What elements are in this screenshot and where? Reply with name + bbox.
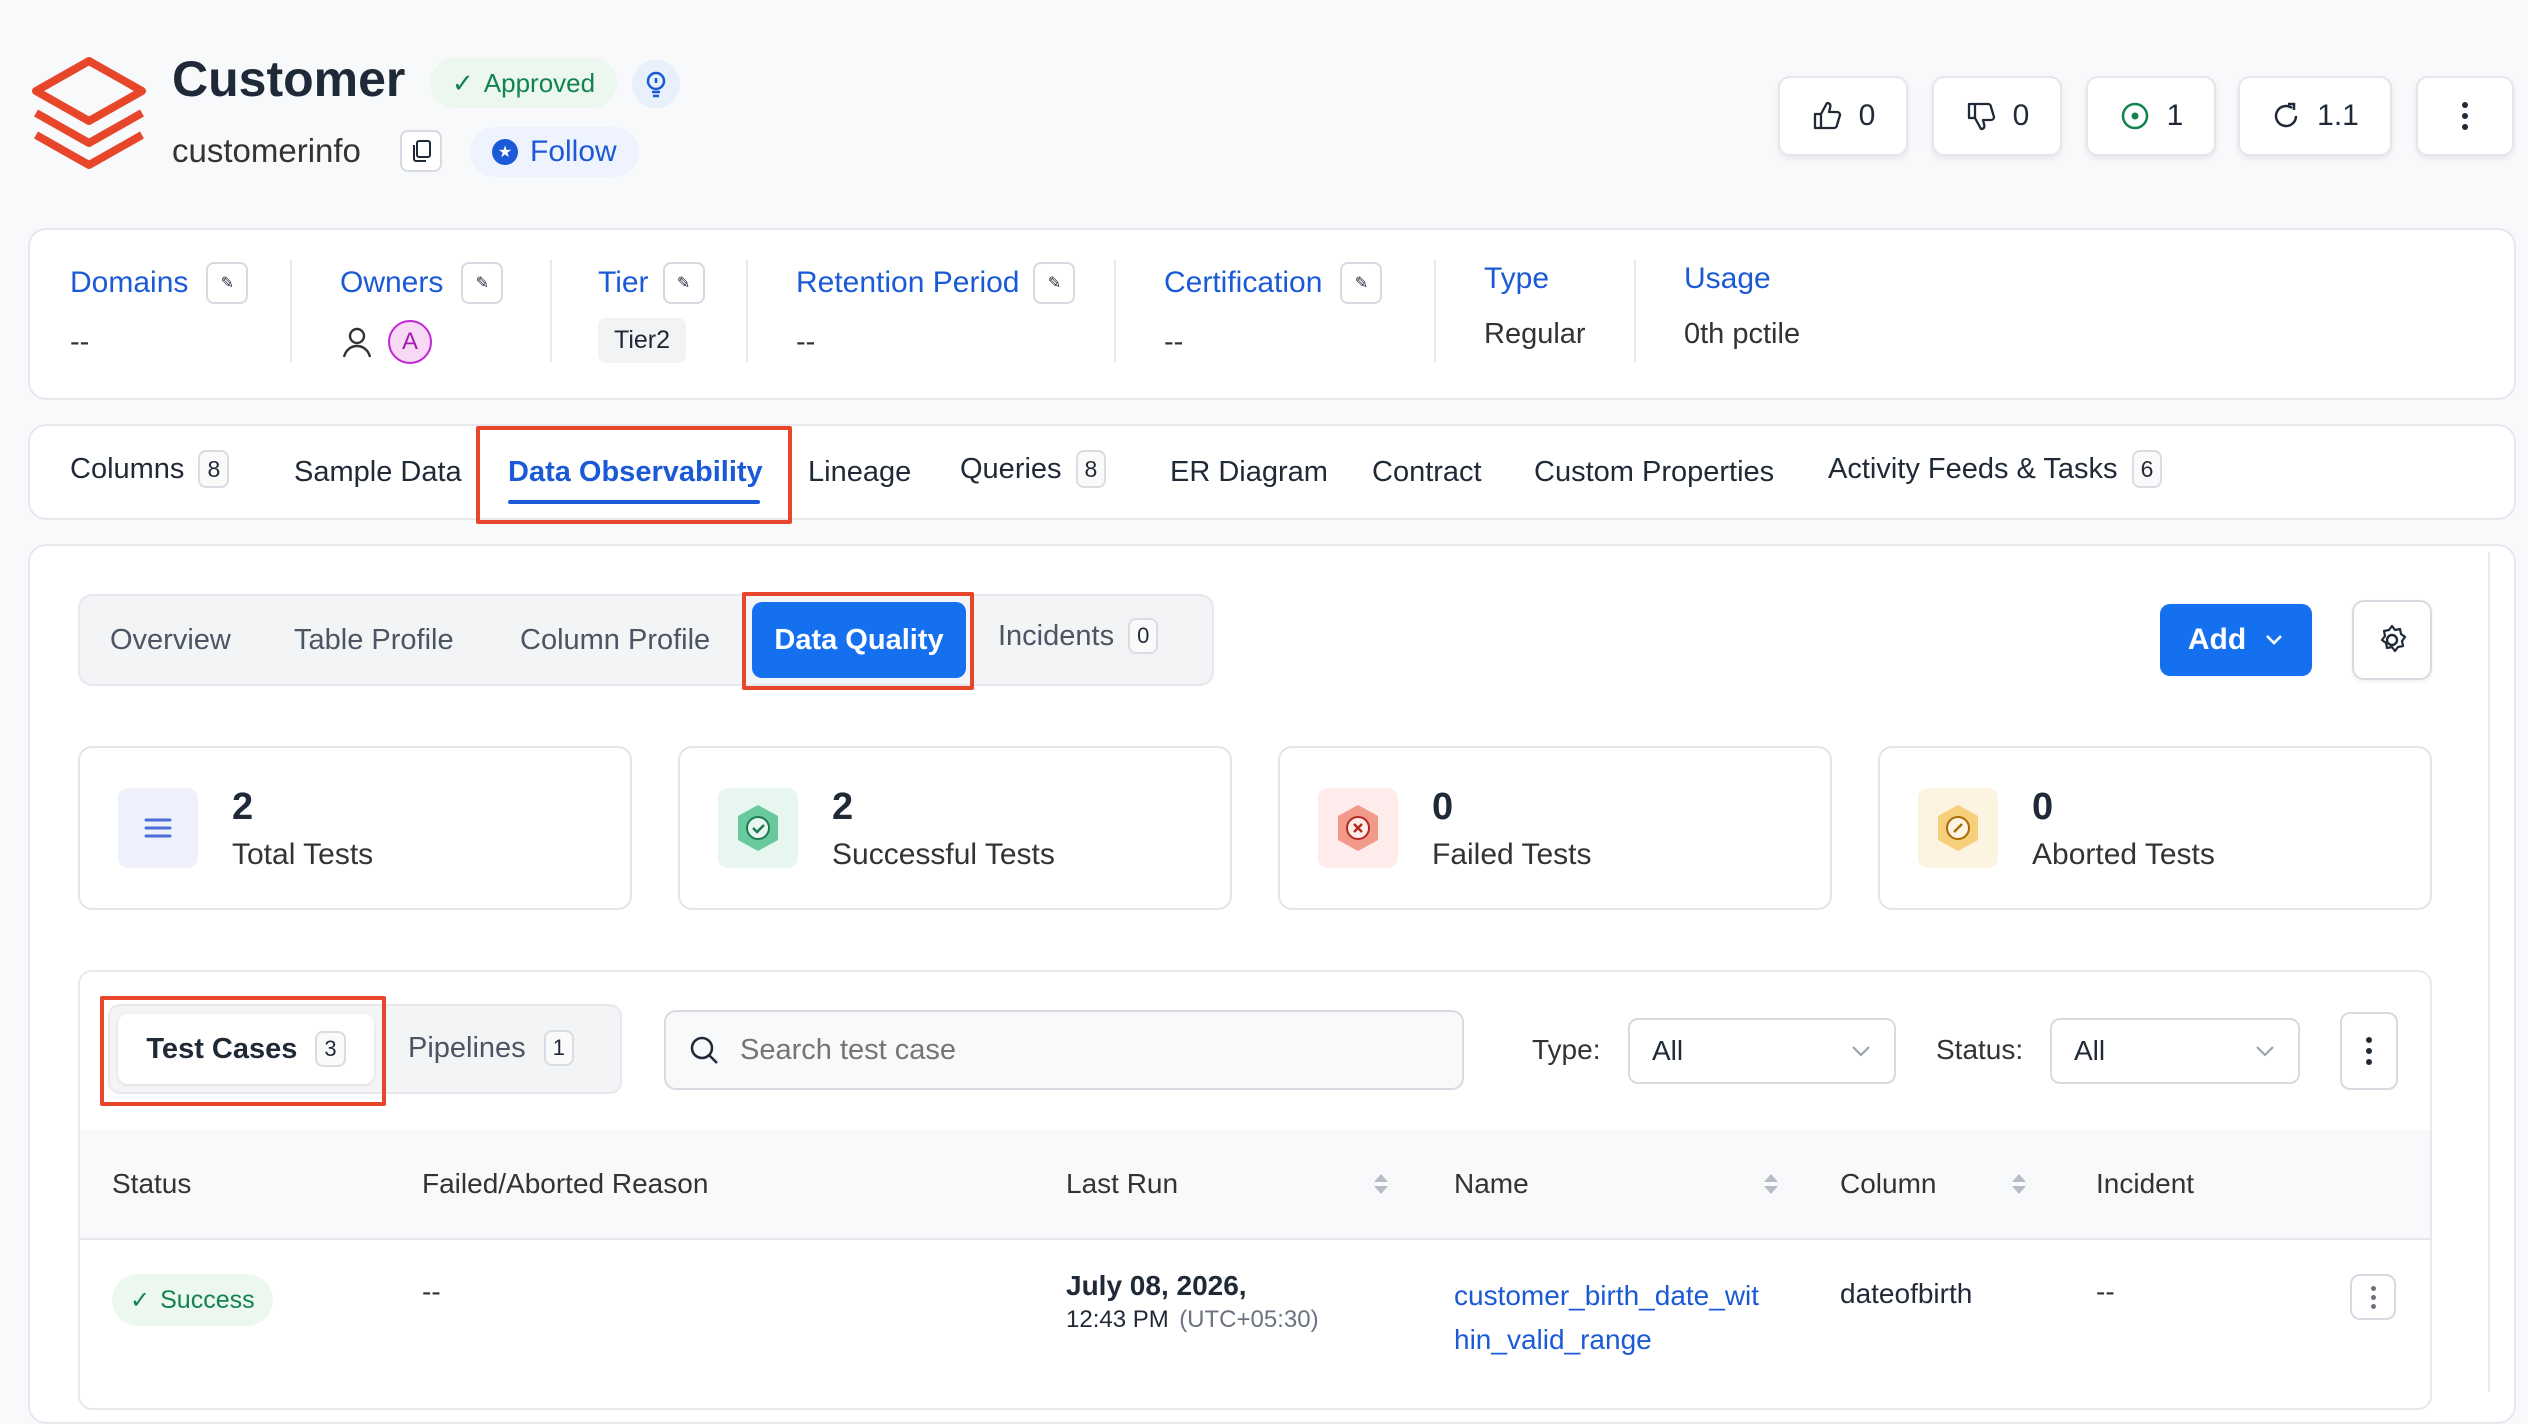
column-header-reason: Failed/Aborted Reason bbox=[422, 1168, 709, 1199]
subtab-overview[interactable]: Overview bbox=[110, 624, 231, 657]
chevron-down-icon bbox=[1852, 1046, 1870, 1057]
stat-label: Aborted Tests bbox=[2032, 838, 2215, 871]
column-header-status: Status bbox=[112, 1168, 192, 1199]
settings-button[interactable] bbox=[2352, 600, 2432, 680]
type-filter-label: Type: bbox=[1532, 1034, 1601, 1065]
status-badge: ✓ Approved bbox=[430, 58, 618, 108]
search-input[interactable] bbox=[664, 1010, 1464, 1090]
success-check-icon bbox=[718, 788, 798, 868]
check-icon: ✓ bbox=[130, 1286, 151, 1314]
check-icon: ✓ bbox=[452, 67, 474, 98]
like-button[interactable]: 0 bbox=[1778, 76, 1908, 156]
scrollbar[interactable] bbox=[2488, 552, 2500, 1392]
usage-property: Usage 0th pctile bbox=[1684, 262, 1801, 350]
thumbs-down-icon bbox=[1967, 102, 1995, 131]
chevron-down-icon bbox=[2256, 1046, 2274, 1057]
tier-property: Tier ✎ Tier2 bbox=[598, 262, 705, 363]
kebab-icon bbox=[2370, 1285, 2376, 1309]
sort-icon[interactable] bbox=[2012, 1174, 2026, 1194]
edit-icon[interactable]: ✎ bbox=[1340, 262, 1383, 304]
tab-contract[interactable]: Contract bbox=[1372, 456, 1482, 489]
row-options-button[interactable] bbox=[2350, 1274, 2396, 1320]
followers-button[interactable]: 1 bbox=[2086, 76, 2216, 156]
toggle-test-cases[interactable]: Test Cases 3 bbox=[118, 1014, 374, 1084]
add-button[interactable]: Add bbox=[2160, 604, 2312, 676]
type-filter-select[interactable]: All bbox=[1628, 1018, 1896, 1084]
stat-value: 0 bbox=[2032, 786, 2054, 828]
test-case-name-link[interactable]: customer_birth_date_wit hin_valid_range bbox=[1454, 1274, 1759, 1362]
failed-x-icon bbox=[1318, 788, 1398, 868]
more-options-button[interactable] bbox=[2416, 76, 2514, 156]
stat-value: 0 bbox=[1432, 786, 1454, 828]
type-property: Type Regular bbox=[1484, 262, 1586, 350]
status-filter-select[interactable]: All bbox=[2050, 1018, 2300, 1084]
stat-label: Total Tests bbox=[232, 838, 374, 871]
lightbulb-icon[interactable] bbox=[632, 60, 680, 108]
failed-reason: -- bbox=[422, 1276, 441, 1307]
status-badge: ✓ Success bbox=[112, 1274, 273, 1326]
follow-button[interactable]: ★ Follow bbox=[470, 127, 639, 177]
last-run: July 08, 2026, 12:43 PM (UTC+05:30) bbox=[1066, 1270, 1319, 1333]
column-header-column[interactable]: Column bbox=[1840, 1168, 2026, 1200]
active-tab-underline bbox=[508, 500, 760, 504]
column-header-name[interactable]: Name bbox=[1454, 1168, 1778, 1200]
owners-property: Owners ✎ A bbox=[340, 262, 504, 364]
list-icon bbox=[118, 788, 198, 868]
stat-label: Successful Tests bbox=[832, 838, 1055, 871]
subtab-data-quality[interactable]: Data Quality bbox=[752, 602, 966, 678]
refresh-icon bbox=[2274, 102, 2298, 128]
stat-value: 2 bbox=[832, 786, 854, 828]
tier-tag[interactable]: Tier2 bbox=[598, 318, 687, 363]
table-options-button[interactable] bbox=[2340, 1012, 2398, 1090]
subtab-column-profile[interactable]: Column Profile bbox=[520, 624, 710, 657]
chevron-down-icon bbox=[2266, 635, 2283, 645]
gear-icon bbox=[2380, 624, 2407, 653]
dislike-button[interactable]: 0 bbox=[1932, 76, 2062, 156]
kebab-icon bbox=[2366, 1037, 2372, 1065]
version-button[interactable]: 1.1 bbox=[2238, 76, 2392, 156]
column-value: dateofbirth bbox=[1840, 1278, 1973, 1309]
status-filter-label: Status: bbox=[1936, 1034, 2024, 1065]
stat-value: 2 bbox=[232, 786, 254, 828]
thumbs-up-icon bbox=[1813, 101, 1841, 130]
tab-data-observability[interactable]: Data Observability bbox=[508, 456, 763, 489]
column-header-last-run[interactable]: Last Run bbox=[1066, 1168, 1388, 1200]
kebab-icon bbox=[2462, 102, 2468, 130]
tab-lineage[interactable]: Lineage bbox=[808, 456, 911, 489]
entity-logo-icon bbox=[30, 55, 148, 177]
search-icon bbox=[690, 1036, 718, 1064]
avatar[interactable]: A bbox=[388, 320, 432, 364]
edit-icon[interactable]: ✎ bbox=[662, 262, 705, 304]
subtab-table-profile[interactable]: Table Profile bbox=[294, 624, 454, 657]
search-field[interactable] bbox=[738, 1032, 1422, 1068]
copy-icon[interactable] bbox=[400, 130, 442, 172]
edit-icon[interactable]: ✎ bbox=[1033, 262, 1076, 304]
incident-value: -- bbox=[2096, 1276, 2115, 1307]
tab-queries[interactable]: Queries 8 bbox=[960, 450, 1107, 488]
followers-icon bbox=[2121, 102, 2148, 130]
aborted-icon bbox=[1918, 788, 1998, 868]
edit-icon[interactable]: ✎ bbox=[206, 262, 249, 304]
stat-label: Failed Tests bbox=[1432, 838, 1592, 871]
entity-fqn: customerinfo bbox=[172, 132, 361, 169]
edit-icon[interactable]: ✎ bbox=[461, 262, 504, 304]
page-title: Customer bbox=[172, 51, 406, 107]
tab-custom-properties[interactable]: Custom Properties bbox=[1534, 456, 1774, 489]
star-icon: ★ bbox=[492, 139, 518, 165]
tab-columns[interactable]: Columns 8 bbox=[70, 450, 230, 488]
retention-property: Retention Period ✎ -- bbox=[796, 262, 1076, 359]
domains-property: Domains ✎ -- bbox=[70, 262, 249, 359]
sort-icon[interactable] bbox=[1764, 1174, 1778, 1194]
subtab-incidents[interactable]: Incidents 0 bbox=[998, 618, 1159, 654]
tab-activity-feeds[interactable]: Activity Feeds & Tasks 6 bbox=[1828, 450, 2163, 488]
toggle-pipelines[interactable]: Pipelines 1 bbox=[408, 1030, 574, 1066]
column-header-incident: Incident bbox=[2096, 1168, 2195, 1199]
tab-er-diagram[interactable]: ER Diagram bbox=[1170, 456, 1328, 489]
user-icon bbox=[342, 327, 372, 358]
sort-icon[interactable] bbox=[1374, 1174, 1388, 1194]
certification-property: Certification ✎ -- bbox=[1164, 262, 1383, 359]
tab-sample-data[interactable]: Sample Data bbox=[294, 456, 462, 489]
